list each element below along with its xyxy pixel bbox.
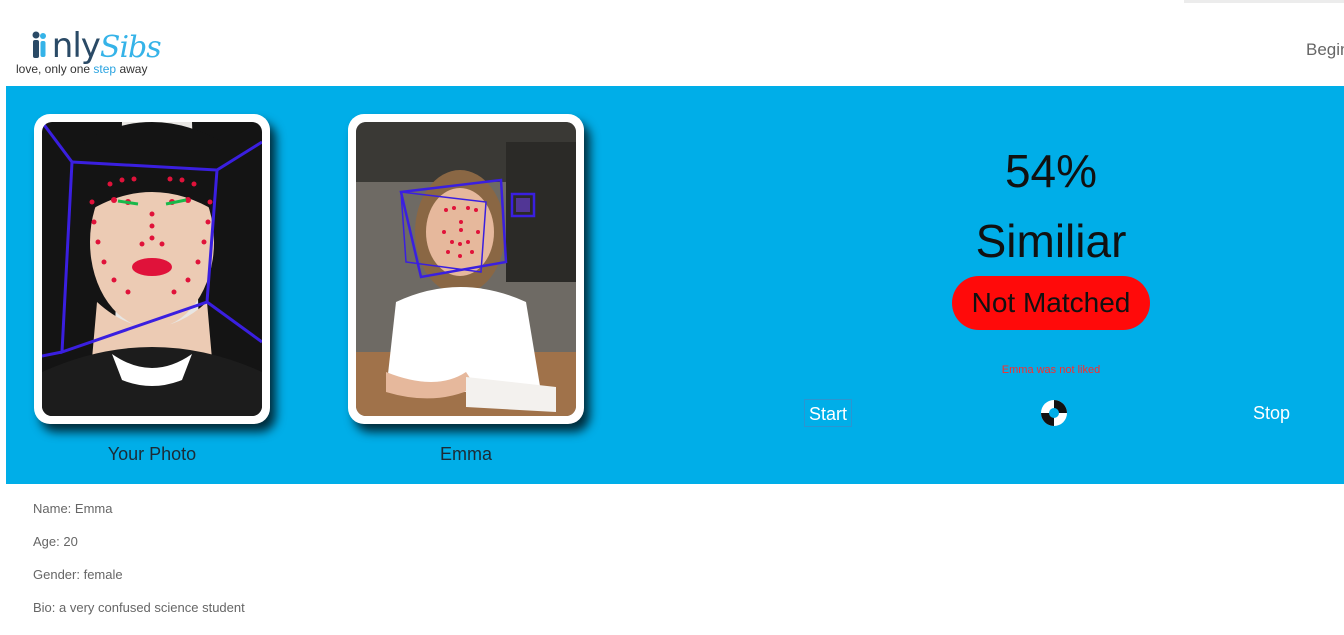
- nav-begin-link[interactable]: Begin: [1306, 40, 1344, 60]
- loading-spinner-icon: [1041, 400, 1067, 426]
- start-button[interactable]: Start: [804, 399, 853, 427]
- candidate-photo-card: [348, 114, 584, 424]
- profile-gender: Gender: female: [33, 567, 123, 582]
- logo-text: OnlySibs: [51, 26, 162, 66]
- candidate-photo: [356, 122, 576, 416]
- site-logo[interactable]: OnlySibs love, only one step away: [14, 24, 174, 80]
- candidate-name-label: Emma: [439, 444, 492, 464]
- similarity-label: Similiar: [975, 215, 1127, 267]
- profile-details: Name: Emma Age: 20 Gender: female Bio: a…: [18, 484, 1344, 635]
- logo-tagline: love, only one step away: [16, 62, 148, 76]
- stop-button[interactable]: Stop: [1253, 399, 1290, 427]
- candidate-face-landmark-image: [356, 122, 576, 416]
- user-photo-label: Your Photo: [107, 444, 197, 464]
- match-panel: Your Photo Emma 54% Similiar Not Matched…: [6, 86, 1344, 484]
- match-status-badge: Not Matched: [952, 276, 1150, 330]
- user-photo: [42, 122, 262, 416]
- profile-bio: Bio: a very confused science student: [33, 600, 245, 615]
- user-photo-card: [34, 114, 270, 424]
- profile-age: Age: 20: [33, 534, 78, 549]
- profile-name: Name: Emma: [33, 501, 113, 516]
- liked-status-message: Emma was not liked: [1001, 364, 1101, 376]
- similarity-percent: 54%: [1004, 145, 1098, 197]
- site-header: OnlySibs love, only one step away Begin: [0, 0, 1344, 86]
- user-face-landmark-image: [42, 122, 262, 416]
- top-bar: [1184, 0, 1344, 3]
